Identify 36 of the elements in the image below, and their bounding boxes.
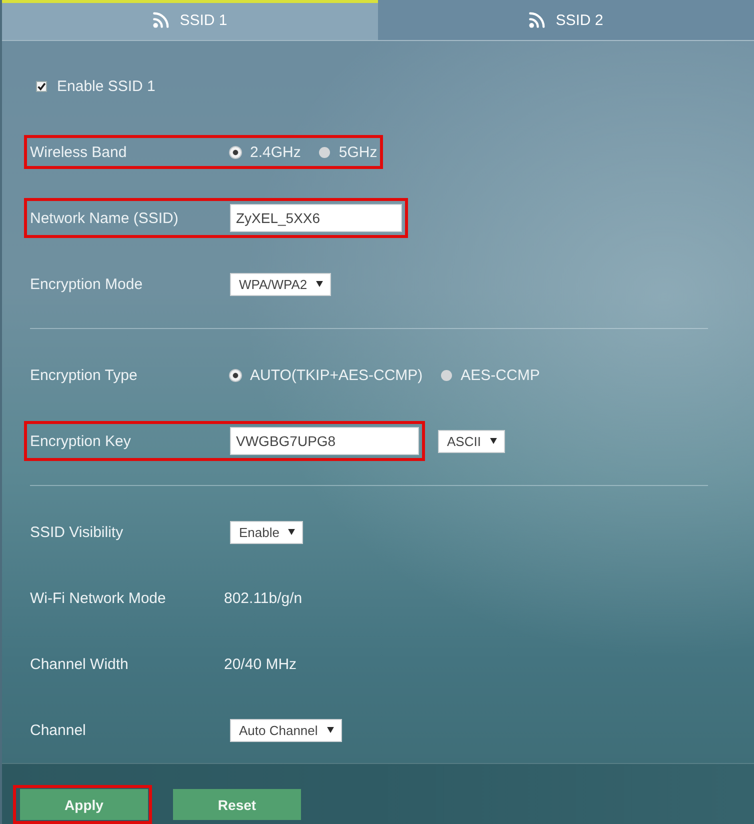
tab[interactable]: SSID 1 [2,0,378,40]
radio-button[interactable] [440,370,452,380]
tick-icon [37,82,46,90]
dropdown[interactable]: Auto Channel [230,718,342,742]
radio-label[interactable]: AUTO(TKIP+AES-CCMP) [250,366,423,384]
caret-icon [490,438,497,444]
field-label: Encryption Key [30,432,132,450]
field-label: Wireless Band [30,144,128,160]
radio-button[interactable] [230,370,241,380]
caret-icon [316,281,324,287]
radio-button[interactable] [318,146,330,158]
field-label: Network Name (SSID) [30,210,180,226]
radio-button[interactable] [230,146,241,158]
field-label: Channel [30,722,87,738]
action-button[interactable]: Apply [20,789,148,820]
field-label: Encryption Mode [30,276,144,292]
dropdown[interactable]: WPA/WPA2 [230,272,332,296]
radio-label[interactable]: 5GHz [338,144,378,160]
checkbox-label[interactable]: Enable SSID 1 [57,78,156,94]
dropdown[interactable]: ASCII [438,430,505,452]
radio-label[interactable]: 2.4GHz [250,144,301,160]
text-field[interactable]: VWGBG7UPG8 [230,427,419,455]
dropdown[interactable]: Enable [230,520,304,544]
wifi-icon [152,12,169,28]
field-label: Encryption Type [30,366,138,384]
checkbox[interactable] [36,80,47,92]
wifi-icon [528,12,545,28]
text-field[interactable]: ZyXEL_5XX6 [230,204,402,232]
field-value: 20/40 MHz [224,656,297,672]
action-button[interactable]: Reset [173,789,301,820]
field-label: SSID Visibility [30,524,124,540]
tab[interactable]: SSID 2 [378,0,754,40]
caret-icon [288,529,296,535]
caret-icon [326,727,334,733]
field-value: 802.11b/g/n [224,590,302,606]
radio-label[interactable]: AES-CCMP [460,366,540,384]
